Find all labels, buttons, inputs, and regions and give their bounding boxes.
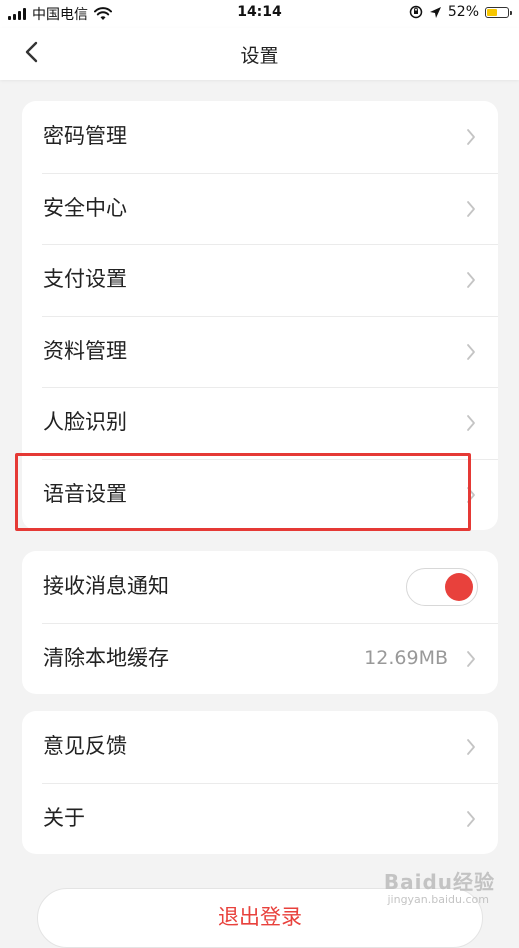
notifications-toggle[interactable] xyxy=(406,568,478,606)
orientation-lock-icon xyxy=(409,5,423,19)
row-clear-cache[interactable]: 清除本地缓存 12.69MB xyxy=(22,622,498,695)
row-profile-management[interactable]: 资料管理 xyxy=(22,315,498,388)
row-feedback[interactable]: 意见反馈 xyxy=(22,711,498,783)
row-about[interactable]: 关于 xyxy=(22,782,498,855)
toggle-knob xyxy=(445,573,473,601)
row-password-management[interactable]: 密码管理 xyxy=(22,101,498,173)
battery-percent: 52% xyxy=(447,4,479,20)
settings-group-general: 接收消息通知 清除本地缓存 12.69MB xyxy=(22,551,498,694)
chevron-right-icon xyxy=(467,415,475,431)
settings-group-account: 密码管理 安全中心 支付设置 资料管理 人脸识别 语音设置 xyxy=(22,101,498,530)
page-title: 设置 xyxy=(240,45,279,67)
nav-bar: 设置 xyxy=(0,28,519,80)
row-label: 清除本地缓存 xyxy=(43,645,169,670)
chevron-right-icon xyxy=(467,129,475,145)
row-label: 关于 xyxy=(43,805,85,830)
row-label: 人脸识别 xyxy=(43,410,127,434)
chevron-right-icon xyxy=(467,810,475,827)
row-label: 支付设置 xyxy=(43,267,127,291)
chevron-right-icon xyxy=(467,650,475,667)
row-voice-settings[interactable]: 语音设置 xyxy=(22,458,498,531)
watermark-logo: Baidu经验 xyxy=(383,870,495,894)
row-face-recognition[interactable]: 人脸识别 xyxy=(22,387,498,459)
battery-icon xyxy=(485,6,512,18)
chevron-right-icon xyxy=(467,343,475,360)
row-security-center[interactable]: 安全中心 xyxy=(22,172,498,245)
row-receive-notifications: 接收消息通知 xyxy=(22,551,498,623)
chevron-right-icon xyxy=(467,200,475,217)
cache-size-value: 12.69MB xyxy=(364,646,448,669)
row-payment-settings[interactable]: 支付设置 xyxy=(22,244,498,316)
chevron-right-icon xyxy=(467,739,475,755)
row-label: 接收消息通知 xyxy=(43,574,169,598)
row-label: 语音设置 xyxy=(43,481,127,506)
row-label: 意见反馈 xyxy=(43,734,127,758)
battery-level-fill xyxy=(487,8,497,16)
row-label: 安全中心 xyxy=(43,195,127,220)
chevron-right-icon xyxy=(467,272,475,288)
row-label: 密码管理 xyxy=(43,124,127,148)
row-label: 资料管理 xyxy=(43,338,127,363)
status-bar: 中国电信 14:14 52% xyxy=(0,0,519,28)
watermark-url: jingyan.baidu.com xyxy=(387,893,489,906)
location-icon xyxy=(429,6,441,18)
chevron-right-icon xyxy=(467,486,475,503)
settings-group-about: 意见反馈 关于 xyxy=(22,711,498,854)
status-right: 52% xyxy=(409,4,512,20)
